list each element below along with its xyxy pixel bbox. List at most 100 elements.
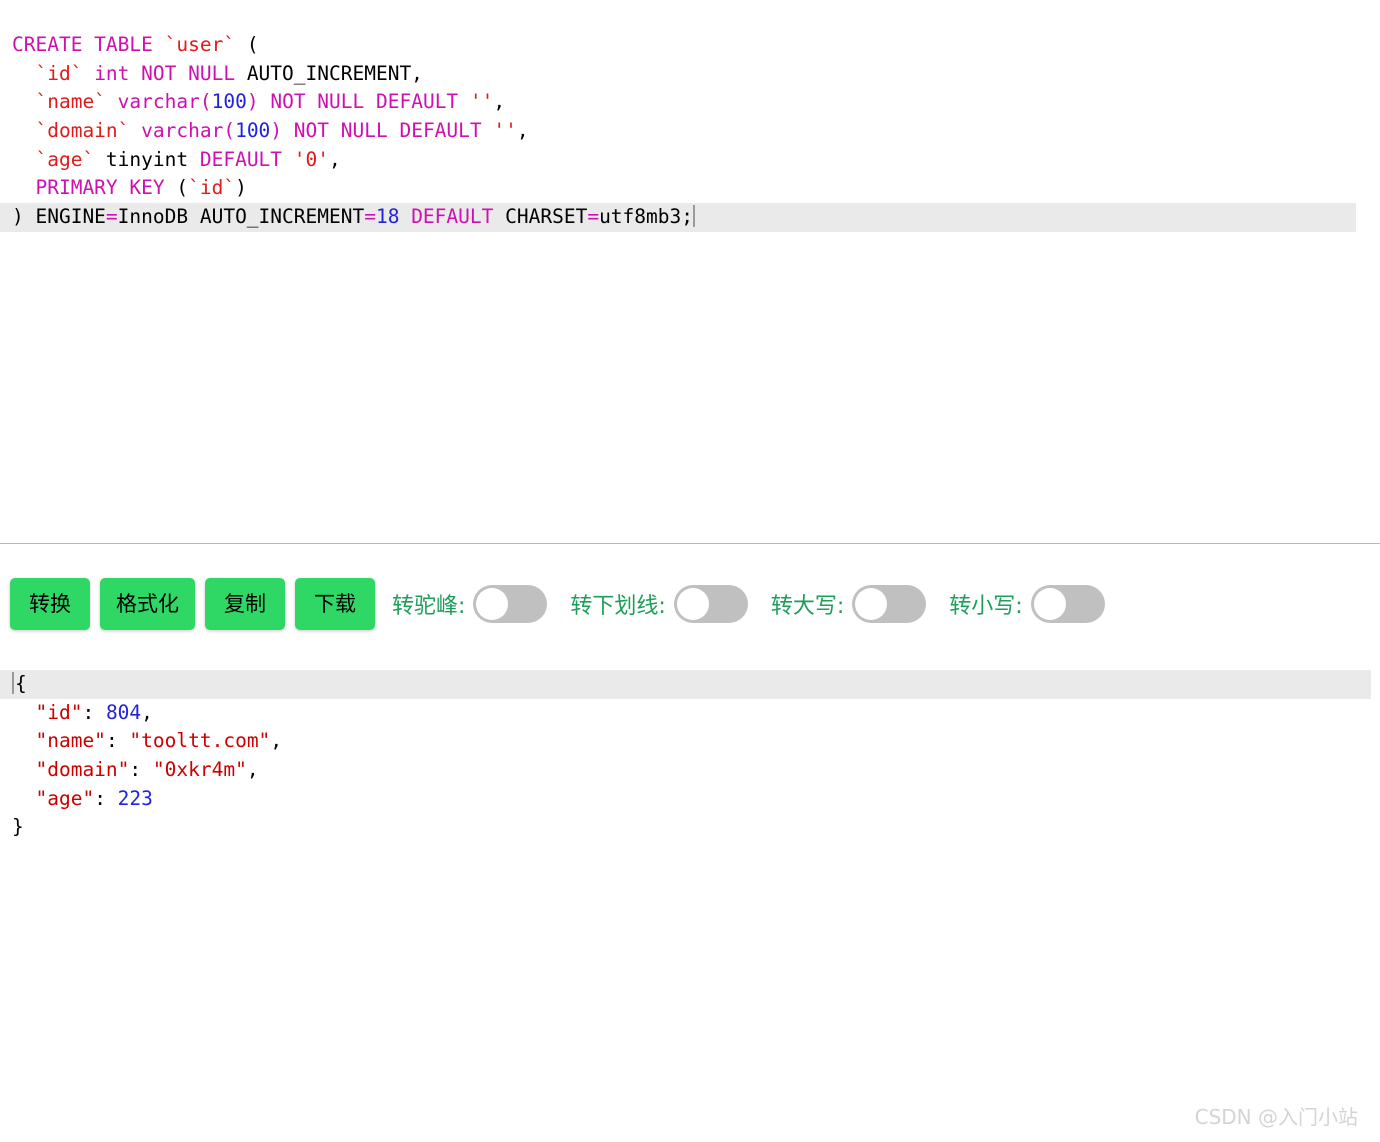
code-token: { bbox=[15, 672, 27, 695]
code-token: 804 bbox=[105, 700, 142, 724]
text-caret bbox=[12, 672, 14, 694]
code-token: ) bbox=[235, 176, 247, 200]
code-token: "name" bbox=[35, 729, 106, 753]
download-button[interactable]: 下载 bbox=[295, 578, 375, 630]
code-line[interactable]: `name` varchar(100) NOT NULL DEFAULT '', bbox=[0, 88, 1380, 117]
code-token: ) ENGINE bbox=[12, 205, 106, 229]
code-token: "domain" bbox=[35, 758, 130, 782]
toolbar-toggle-group: 转驼峰: 转下划线: 转大写: 转小写: bbox=[385, 585, 1121, 623]
toggle-knob bbox=[855, 588, 888, 620]
code-line[interactable]: `id` int NOT NULL AUTO_INCREMENT, bbox=[0, 60, 1380, 89]
code-token: "id" bbox=[35, 700, 83, 724]
code-token: varchar( bbox=[129, 119, 236, 143]
lowercase-toggle-label: 转小写: bbox=[949, 594, 1023, 619]
camel-case-toggle-label: 转驼峰: bbox=[392, 594, 466, 619]
text-caret bbox=[692, 205, 695, 228]
csdn-watermark: CSDN @入门小站 bbox=[1194, 1105, 1358, 1129]
code-line[interactable]: "name": "tooltt.com", bbox=[0, 727, 1380, 756]
code-token: AUTO_INCREMENT, bbox=[235, 61, 423, 85]
camel-case-toggle-group: 转驼峰: bbox=[392, 585, 563, 623]
convert-button[interactable]: 转换 bbox=[10, 578, 90, 630]
panel-divider bbox=[0, 543, 1380, 544]
code-token: : bbox=[94, 786, 118, 810]
code-line[interactable]: "age": 223 bbox=[0, 785, 1380, 814]
code-token: int NOT NULL bbox=[82, 61, 236, 85]
code-token: CREATE TABLE bbox=[12, 33, 165, 56]
code-token: CHARSET bbox=[505, 205, 588, 229]
code-line[interactable]: { bbox=[0, 670, 1371, 699]
code-token: , bbox=[246, 758, 259, 782]
code-token: DEFAULT bbox=[399, 205, 506, 229]
code-token: : bbox=[129, 758, 153, 782]
code-token: NOT NULL DEFAULT bbox=[282, 119, 494, 143]
code-token: 223 bbox=[117, 786, 153, 810]
code-line[interactable]: PRIMARY KEY (`id`) bbox=[0, 174, 1380, 203]
toggle-knob bbox=[476, 588, 509, 620]
format-button[interactable]: 格式化 bbox=[100, 578, 195, 630]
code-token: ) bbox=[270, 119, 283, 143]
code-token: , bbox=[141, 700, 153, 724]
toggle-knob bbox=[1033, 588, 1066, 620]
code-token: `name` bbox=[35, 90, 106, 114]
code-token: 100 bbox=[211, 90, 247, 114]
code-token: `age` bbox=[35, 147, 95, 171]
code-line[interactable]: ) ENGINE=InnoDB AUTO_INCREMENT=18 DEFAUL… bbox=[0, 203, 1356, 232]
code-token: "age" bbox=[35, 786, 95, 810]
code-token: , bbox=[270, 729, 283, 753]
code-token: : bbox=[105, 729, 130, 753]
code-token: `id` bbox=[35, 61, 83, 85]
code-line[interactable]: `age` tinyint DEFAULT '0', bbox=[0, 146, 1380, 175]
code-token: DEFAULT bbox=[199, 147, 294, 171]
code-token: } bbox=[12, 815, 24, 839]
action-toolbar: 转换 格式化 复制 下载 转驼峰: 转下划线: 转大写: 转小写: bbox=[10, 578, 1121, 630]
snake-case-toggle[interactable] bbox=[673, 585, 748, 623]
json-output-editor[interactable]: { "id": 804, "name": "tooltt.com", "doma… bbox=[0, 670, 1380, 870]
code-token: 100 bbox=[235, 119, 271, 143]
code-token: ( bbox=[164, 176, 189, 200]
uppercase-toggle-label: 转大写: bbox=[770, 594, 845, 619]
code-token: NOT NULL DEFAULT bbox=[258, 90, 470, 114]
lowercase-toggle-group: 转小写: bbox=[949, 585, 1120, 623]
code-line[interactable]: "domain": "0xkr4m", bbox=[0, 756, 1380, 785]
code-token: `user` bbox=[164, 33, 236, 56]
code-token: ( bbox=[235, 33, 259, 56]
code-token: InnoDB AUTO_INCREMENT bbox=[117, 205, 365, 229]
code-token: , bbox=[329, 147, 341, 171]
code-line[interactable]: } bbox=[0, 813, 1380, 842]
code-token: = bbox=[364, 205, 376, 229]
code-token: , bbox=[493, 90, 506, 114]
code-token: PRIMARY KEY bbox=[35, 176, 165, 200]
uppercase-toggle-group: 转大写: bbox=[771, 585, 942, 623]
code-line[interactable]: CREATE TABLE `user` ( bbox=[0, 31, 1380, 60]
code-token: = bbox=[587, 205, 600, 229]
code-token: ) bbox=[246, 90, 259, 114]
code-token: utf8mb3; bbox=[599, 205, 693, 229]
code-token: '0' bbox=[293, 147, 330, 171]
code-token: tinyint bbox=[94, 147, 200, 171]
code-token: 18 bbox=[375, 205, 400, 229]
copy-button[interactable]: 复制 bbox=[205, 578, 285, 630]
snake-case-toggle-label: 转下划线: bbox=[570, 594, 666, 619]
code-line[interactable]: "id": 804, bbox=[0, 699, 1380, 728]
snake-case-toggle-group: 转下划线: bbox=[570, 585, 763, 623]
code-token: "0xkr4m" bbox=[152, 758, 247, 782]
code-line[interactable]: `domain` varchar(100) NOT NULL DEFAULT '… bbox=[0, 117, 1380, 146]
lowercase-toggle[interactable] bbox=[1030, 585, 1105, 623]
code-token: = bbox=[105, 205, 118, 229]
code-token: '' bbox=[493, 119, 517, 143]
code-token: `domain` bbox=[35, 119, 130, 143]
code-token: , bbox=[516, 119, 529, 143]
toolbar-button-group: 转换 格式化 复制 下载 bbox=[10, 578, 385, 630]
toggle-knob bbox=[676, 588, 709, 620]
uppercase-toggle[interactable] bbox=[852, 585, 927, 623]
sql-input-editor[interactable]: CREATE TABLE `user` ( `id` int NOT NULL … bbox=[0, 31, 1380, 531]
camel-case-toggle[interactable] bbox=[473, 585, 548, 623]
